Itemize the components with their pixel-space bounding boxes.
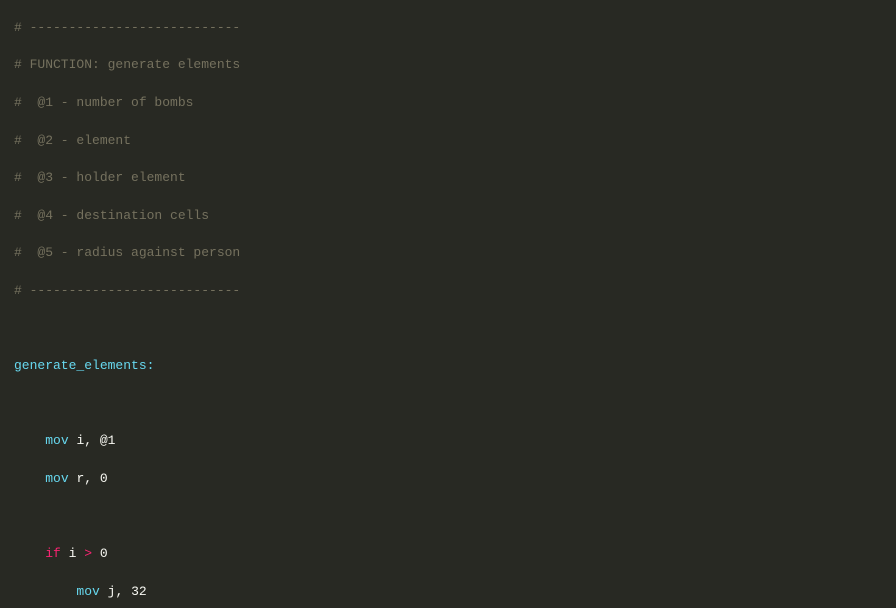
comment-arg2: # @2 - element xyxy=(14,133,131,148)
comment-divider-top: # --------------------------- xyxy=(14,20,240,35)
comma: , xyxy=(84,471,100,486)
function-label: generate_elements: xyxy=(14,358,154,373)
arg-at1: @1 xyxy=(100,433,116,448)
comma: , xyxy=(115,584,131,599)
kw-mov: mov xyxy=(76,584,99,599)
kw-mov: mov xyxy=(45,471,68,486)
comma: , xyxy=(84,433,100,448)
num-0: 0 xyxy=(100,546,108,561)
kw-mov: mov xyxy=(45,433,68,448)
comment-arg5: # @5 - radius against person xyxy=(14,245,240,260)
num-0: 0 xyxy=(100,471,108,486)
code-editor[interactable]: # --------------------------- # FUNCTION… xyxy=(0,0,896,608)
kw-if: if xyxy=(45,546,61,561)
comment-arg4: # @4 - destination cells xyxy=(14,208,209,223)
comment-title: # FUNCTION: generate elements xyxy=(14,57,240,72)
comment-divider-bottom: # --------------------------- xyxy=(14,283,240,298)
op-gt: > xyxy=(76,546,99,561)
comment-arg3: # @3 - holder element xyxy=(14,170,186,185)
num-32: 32 xyxy=(131,584,147,599)
comment-arg1: # @1 - number of bombs xyxy=(14,95,193,110)
